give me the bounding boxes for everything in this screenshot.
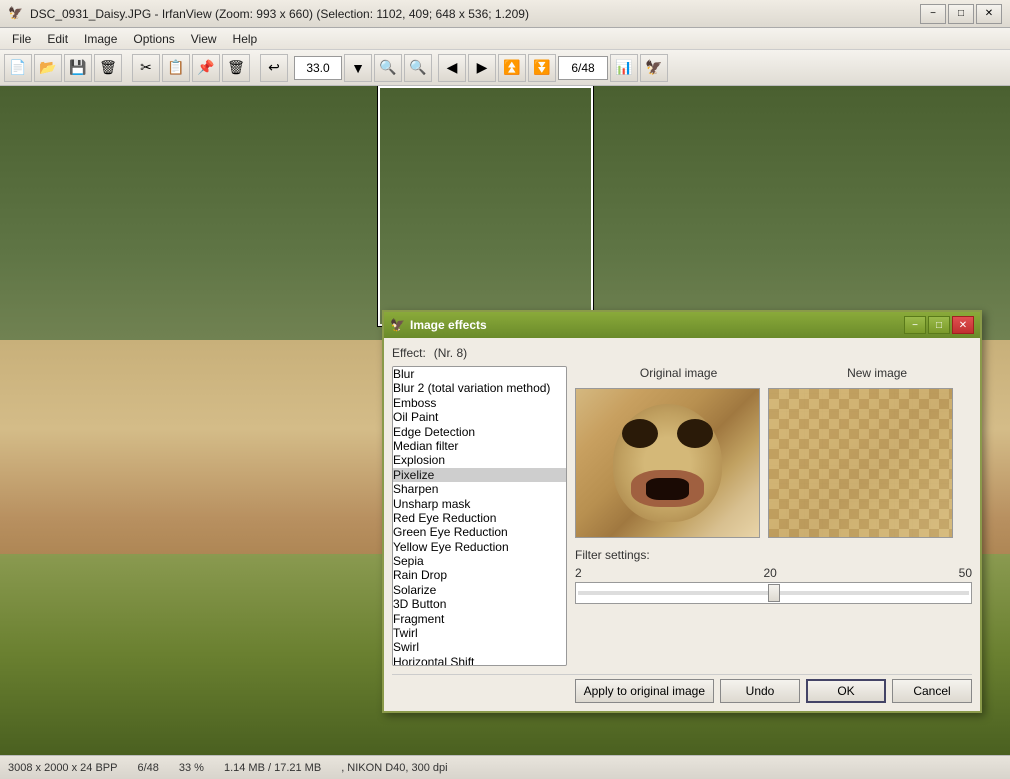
menu-options[interactable]: Options bbox=[125, 30, 182, 48]
dialog-titlebar: 🦅 Image effects − □ ✕ bbox=[384, 312, 980, 338]
extra-button[interactable]: 🦅 bbox=[640, 54, 668, 82]
preview-labels: Original image New image bbox=[575, 366, 972, 380]
dialog-body: Effect: (Nr. 8) BlurBlur 2 (total variat… bbox=[384, 338, 980, 711]
menu-bar: File Edit Image Options View Help bbox=[0, 28, 1010, 50]
app-icon: 🦅 bbox=[8, 6, 24, 22]
undo-button[interactable]: Undo bbox=[720, 679, 800, 703]
properties-button[interactable]: 📊 bbox=[610, 54, 638, 82]
slider-track bbox=[578, 591, 969, 595]
status-counter: 6/48 bbox=[137, 762, 158, 774]
filter-numbers: 2 20 50 bbox=[575, 566, 972, 580]
title-bar-left: 🦅 DSC_0931_Daisy.JPG - IrfanView (Zoom: … bbox=[8, 6, 529, 22]
first-button[interactable]: ⏫ bbox=[498, 54, 526, 82]
nav-counter: 6/48 bbox=[558, 56, 608, 80]
title-bar: 🦅 DSC_0931_Daisy.JPG - IrfanView (Zoom: … bbox=[0, 0, 1010, 28]
original-image-label: Original image bbox=[640, 366, 717, 380]
filter-settings-label: Filter settings: bbox=[575, 548, 972, 562]
menu-view[interactable]: View bbox=[183, 30, 225, 48]
dialog-title-left: 🦅 Image effects bbox=[390, 318, 487, 332]
slider-min-value: 2 bbox=[575, 566, 582, 580]
undo-button[interactable]: ↩ bbox=[260, 54, 288, 82]
status-dimensions: 3008 x 2000 x 24 BPP bbox=[8, 762, 117, 774]
zoom-in-button[interactable]: 🔍 bbox=[374, 54, 402, 82]
effects-list[interactable]: BlurBlur 2 (total variation method)Embos… bbox=[392, 366, 567, 666]
clear-button[interactable]: 🗑 bbox=[222, 54, 250, 82]
main-image-area[interactable]: 🦅 Image effects − □ ✕ Effect: (Nr. 8) B bbox=[0, 86, 1010, 755]
dialog-buttons: Apply to original image Undo OK Cancel bbox=[392, 674, 972, 703]
zoom-input[interactable] bbox=[294, 56, 342, 80]
next-button[interactable]: ▶ bbox=[468, 54, 496, 82]
cancel-button[interactable]: Cancel bbox=[892, 679, 972, 703]
effect-row: Effect: (Nr. 8) bbox=[392, 346, 972, 360]
effect-nr: (Nr. 8) bbox=[434, 346, 467, 360]
slider-mid-value: 20 bbox=[763, 566, 776, 580]
minimize-button[interactable]: − bbox=[920, 4, 946, 24]
slider-max-value: 50 bbox=[959, 566, 972, 580]
image-effects-dialog: 🦅 Image effects − □ ✕ Effect: (Nr. 8) B bbox=[382, 310, 982, 713]
copy-button[interactable]: 📋 bbox=[162, 54, 190, 82]
zoom-out-button[interactable]: 🔍 bbox=[404, 54, 432, 82]
window-title: DSC_0931_Daisy.JPG - IrfanView (Zoom: 99… bbox=[30, 7, 529, 21]
status-bar: 3008 x 2000 x 24 BPP 6/48 33 % 1.14 MB /… bbox=[0, 755, 1010, 779]
dialog-icon: 🦅 bbox=[390, 318, 404, 332]
status-zoom: 33 % bbox=[179, 762, 204, 774]
slider-thumb[interactable] bbox=[768, 584, 780, 602]
dialog-title: Image effects bbox=[410, 318, 487, 332]
slider-container[interactable] bbox=[575, 582, 972, 604]
save-button[interactable]: 💾 bbox=[64, 54, 92, 82]
filter-settings: Filter settings: 2 20 50 bbox=[575, 548, 972, 604]
cut-button[interactable]: ✂ bbox=[132, 54, 160, 82]
pixelized-dog-face bbox=[769, 389, 952, 537]
last-button[interactable]: ⏬ bbox=[528, 54, 556, 82]
toolbar: 📄 📂 💾 🗑 ✂ 📋 📌 🗑 ↩ ▼ 🔍 🔍 ◀ ▶ ⏫ ⏬ 6/48 📊 🦅 bbox=[0, 50, 1010, 86]
new-button[interactable]: 📄 bbox=[4, 54, 32, 82]
menu-image[interactable]: Image bbox=[76, 30, 125, 48]
ok-button[interactable]: OK bbox=[806, 679, 886, 703]
status-camera: , NIKON D40, 300 dpi bbox=[341, 762, 447, 774]
dialog-content: BlurBlur 2 (total variation method)Embos… bbox=[392, 366, 972, 666]
paste-button[interactable]: 📌 bbox=[192, 54, 220, 82]
preview-images bbox=[575, 388, 972, 538]
prev-button[interactable]: ◀ bbox=[438, 54, 466, 82]
dialog-restore-button[interactable]: □ bbox=[928, 316, 950, 334]
new-image-preview bbox=[768, 388, 953, 538]
dialog-minimize-button[interactable]: − bbox=[904, 316, 926, 334]
window-controls: − □ ✕ bbox=[920, 4, 1002, 24]
menu-help[interactable]: Help bbox=[225, 30, 266, 48]
effect-label: Effect: bbox=[392, 346, 426, 360]
new-image-label: New image bbox=[847, 366, 907, 380]
original-image-preview bbox=[575, 388, 760, 538]
apply-to-original-button[interactable]: Apply to original image bbox=[575, 679, 714, 703]
open-button[interactable]: 📂 bbox=[34, 54, 62, 82]
menu-file[interactable]: File bbox=[4, 30, 39, 48]
effects-list-container: BlurBlur 2 (total variation method)Embos… bbox=[392, 366, 567, 666]
close-button[interactable]: ✕ bbox=[976, 4, 1002, 24]
restore-button[interactable]: □ bbox=[948, 4, 974, 24]
status-filesize: 1.14 MB / 17.21 MB bbox=[224, 762, 321, 774]
menu-edit[interactable]: Edit bbox=[39, 30, 76, 48]
dialog-controls: − □ ✕ bbox=[904, 316, 974, 334]
delete-button[interactable]: 🗑 bbox=[94, 54, 122, 82]
dialog-close-button[interactable]: ✕ bbox=[952, 316, 974, 334]
previews-area: Original image New image bbox=[575, 366, 972, 666]
zoom-dropdown[interactable]: ▼ bbox=[344, 54, 372, 82]
original-dog-face bbox=[576, 389, 759, 537]
